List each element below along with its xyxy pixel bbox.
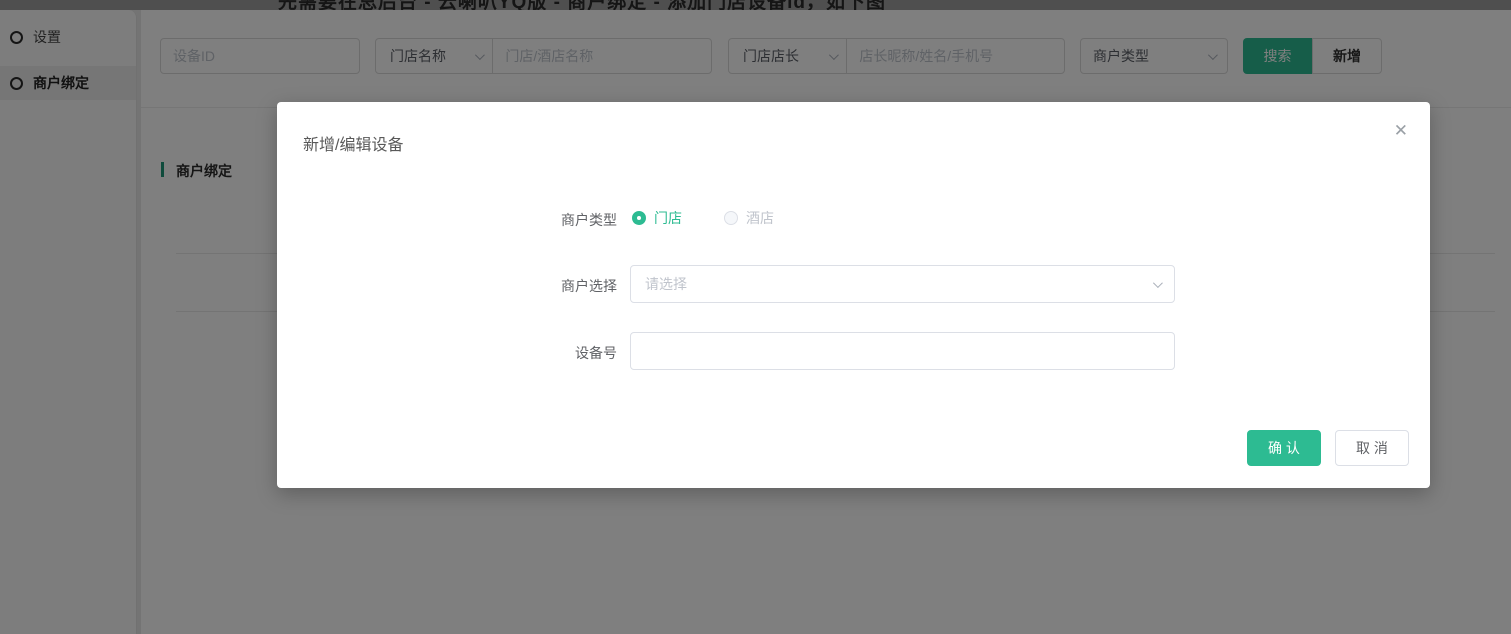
device-no-input[interactable] — [645, 333, 1160, 369]
dialog-title: 新增/编辑设备 — [303, 137, 404, 154]
device-no-field[interactable] — [630, 332, 1175, 370]
radio-option-hotel[interactable]: 酒店 — [724, 208, 774, 228]
merchant-type-radio-group: 门店 酒店 — [632, 208, 774, 228]
close-icon[interactable]: ✕ — [1394, 122, 1408, 139]
radio-selected-icon[interactable] — [632, 211, 646, 225]
merchant-select-label: 商户选择 — [561, 278, 617, 294]
radio-store-label: 门店 — [654, 210, 682, 226]
merchant-select-dropdown[interactable]: 请选择 — [630, 265, 1175, 303]
device-no-label: 设备号 — [575, 345, 617, 361]
merchant-select-placeholder: 请选择 — [645, 276, 687, 292]
radio-unselected-icon[interactable] — [724, 211, 738, 225]
chevron-down-icon — [1152, 277, 1163, 288]
merchant-type-label: 商户类型 — [561, 212, 617, 228]
add-edit-device-dialog: 新增/编辑设备 ✕ 商户类型 门店 酒店 商户选择 请选择 设备号 确 认 取 … — [277, 102, 1430, 488]
radio-hotel-label: 酒店 — [746, 210, 774, 226]
confirm-button[interactable]: 确 认 — [1247, 430, 1321, 466]
cancel-button[interactable]: 取 消 — [1335, 430, 1409, 466]
radio-option-store[interactable]: 门店 — [632, 208, 682, 228]
